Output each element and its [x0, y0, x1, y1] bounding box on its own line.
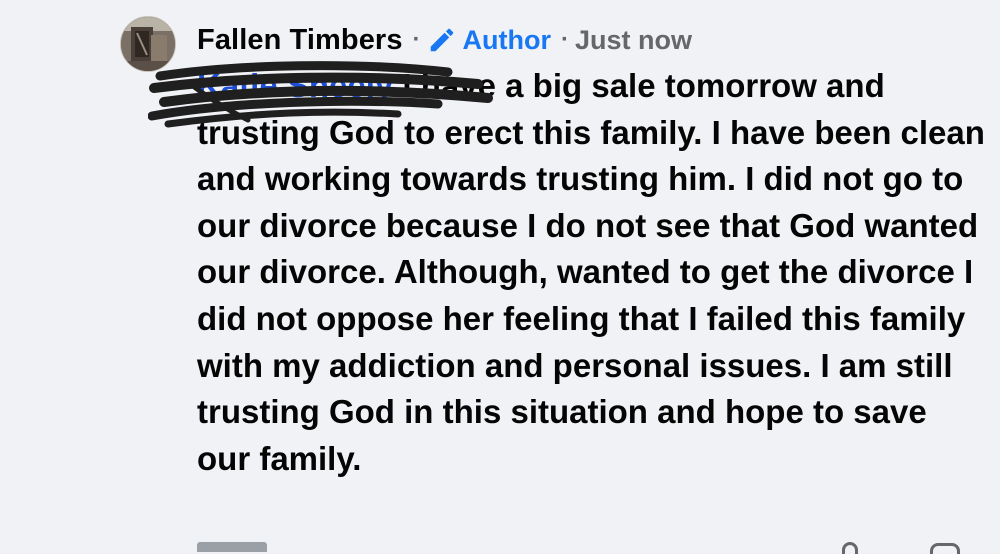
pencil-icon — [430, 28, 453, 52]
timestamp[interactable]: Just now — [575, 25, 692, 56]
separator-dot-2: · — [561, 26, 570, 53]
avatar[interactable] — [120, 16, 176, 72]
comment: Fallen Timbers · Author · Just now Katie… — [0, 0, 1000, 554]
author-badge: Author — [427, 25, 551, 56]
author-name[interactable]: Fallen Timbers — [197, 24, 403, 57]
chat-icon[interactable] — [930, 543, 960, 554]
comment-body: Katie Sheely I have a big sale tomorrow … — [197, 63, 987, 482]
mention-link[interactable]: Katie Sheely — [197, 67, 393, 104]
badge-label: Author — [462, 24, 552, 55]
like-icon[interactable] — [842, 542, 858, 554]
comment-header: Fallen Timbers · Author · Just now — [197, 22, 692, 58]
avatar-image — [121, 17, 175, 71]
separator-dot: · — [412, 26, 421, 53]
comment-text: I have a big sale tomorrow and trusting … — [197, 67, 985, 477]
comment-actions-row — [0, 540, 1000, 554]
